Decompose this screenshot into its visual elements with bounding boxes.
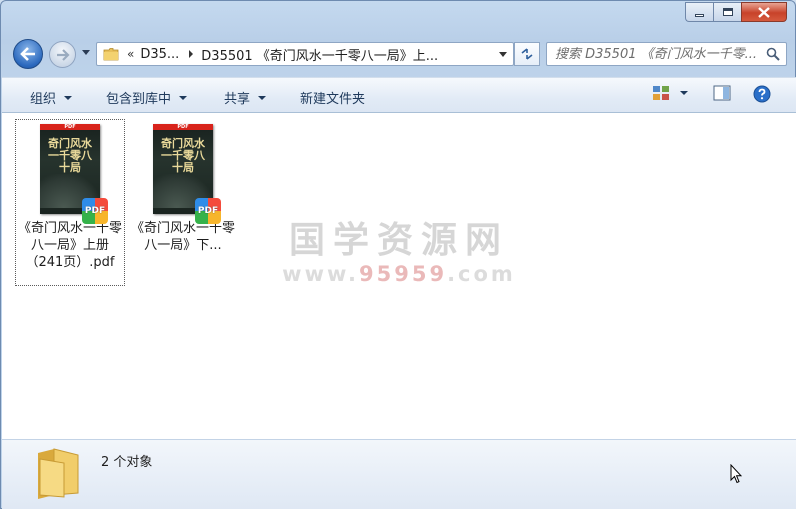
share-button[interactable]: 共享	[224, 88, 267, 107]
breadcrumb-separator[interactable]	[189, 50, 194, 58]
pdf-icon: PDF	[82, 198, 108, 224]
breadcrumb-overflow[interactable]: «	[127, 47, 134, 61]
refresh-button[interactable]	[514, 42, 540, 66]
maximize-button[interactable]	[713, 2, 741, 22]
breadcrumb-current[interactable]: D35501 《奇门风水一千零八一局》上...	[201, 45, 438, 64]
chevron-down-icon	[258, 95, 267, 100]
address-bar[interactable]: « D35... D35501 《奇门风水一千零八一局》上...	[96, 42, 514, 66]
file-item[interactable]: PDF 奇门风水一千零八十局 PDF 《奇门风水一千零八一局》上册（241页）.…	[15, 119, 125, 286]
pdf-strip: PDF	[153, 124, 213, 130]
pdf-badge-label: PDF	[197, 206, 219, 216]
new-folder-button[interactable]: 新建文件夹	[300, 88, 365, 107]
search-icon[interactable]	[766, 47, 780, 61]
arrow-left-icon	[20, 47, 35, 61]
breadcrumb-item[interactable]: D35...	[140, 47, 179, 62]
back-button[interactable]	[13, 39, 43, 69]
watermark-main: 国学资源网	[288, 220, 509, 261]
caption-buttons	[685, 2, 787, 22]
details-pane: 2 个对象	[2, 439, 796, 509]
help-icon	[753, 85, 771, 103]
minimize-button[interactable]	[685, 2, 713, 22]
file-list[interactable]: 国学资源网 www.95959.com PDF 奇门风水一千零八十局 PDF 《…	[2, 113, 796, 439]
change-view-button[interactable]	[652, 85, 688, 101]
pdf-badge-label: PDF	[84, 206, 106, 216]
explorer-window: « D35... D35501 《奇门风水一千零八一局》上... 组织 包含到库…	[0, 0, 796, 509]
watermark: 国学资源网 www.95959.com	[274, 221, 524, 287]
watermark-url-suffix: .com	[447, 262, 516, 286]
chevron-down-icon	[179, 95, 188, 100]
new-folder-label: 新建文件夹	[300, 92, 366, 107]
search-box[interactable]	[546, 42, 787, 66]
close-button[interactable]	[741, 2, 787, 22]
pdf-cover-thumbnail: PDF 奇门风水一千零八十局 PDF	[153, 124, 221, 224]
folder-icon	[38, 448, 79, 499]
refresh-icon	[521, 48, 533, 60]
item-count: 2 个对象	[101, 455, 153, 470]
pdf-strip: PDF	[40, 124, 100, 130]
pdf-icon: PDF	[195, 198, 221, 224]
forward-button[interactable]	[49, 41, 76, 68]
watermark-url-prefix: www.	[282, 262, 360, 286]
maximize-icon	[722, 8, 733, 16]
cover-title: 奇门风水一千零八十局	[161, 137, 205, 174]
watermark-url-highlight: 95959	[359, 262, 448, 286]
chevron-down-icon[interactable]	[680, 91, 688, 95]
address-dropdown[interactable]	[499, 52, 507, 57]
share-label: 共享	[224, 92, 251, 107]
include-in-library-button[interactable]: 包含到库中	[106, 88, 188, 107]
watermark-url: www.95959.com	[274, 261, 524, 287]
cover-title: 奇门风水一千零八十局	[48, 137, 92, 174]
search-input[interactable]	[547, 46, 757, 62]
close-icon	[758, 6, 770, 18]
organize-label: 组织	[30, 92, 57, 107]
help-button[interactable]	[753, 85, 771, 103]
mouse-cursor-icon	[730, 464, 742, 484]
folder-icon	[103, 48, 119, 61]
arrow-right-icon	[56, 48, 70, 61]
pdf-cover-thumbnail: PDF 奇门风水一千零八十局 PDF	[40, 124, 108, 224]
recent-pages-dropdown[interactable]	[82, 50, 90, 55]
preview-pane-icon	[713, 85, 731, 101]
file-item[interactable]: PDF 奇门风水一千零八十局 PDF 《奇门风水一千零八一局》下...	[128, 120, 238, 254]
preview-pane-button[interactable]	[713, 85, 731, 101]
command-bar: 组织 包含到库中 共享 新建文件夹	[2, 77, 796, 113]
file-name: 《奇门风水一千零八一局》下...	[130, 221, 235, 253]
view-icon	[653, 86, 669, 100]
chevron-down-icon	[64, 95, 73, 100]
file-name: 《奇门风水一千零八一局》上册（241页）.pdf	[18, 221, 123, 270]
organize-button[interactable]: 组织	[30, 88, 73, 107]
minimize-icon	[695, 13, 704, 17]
include-library-label: 包含到库中	[106, 92, 172, 107]
